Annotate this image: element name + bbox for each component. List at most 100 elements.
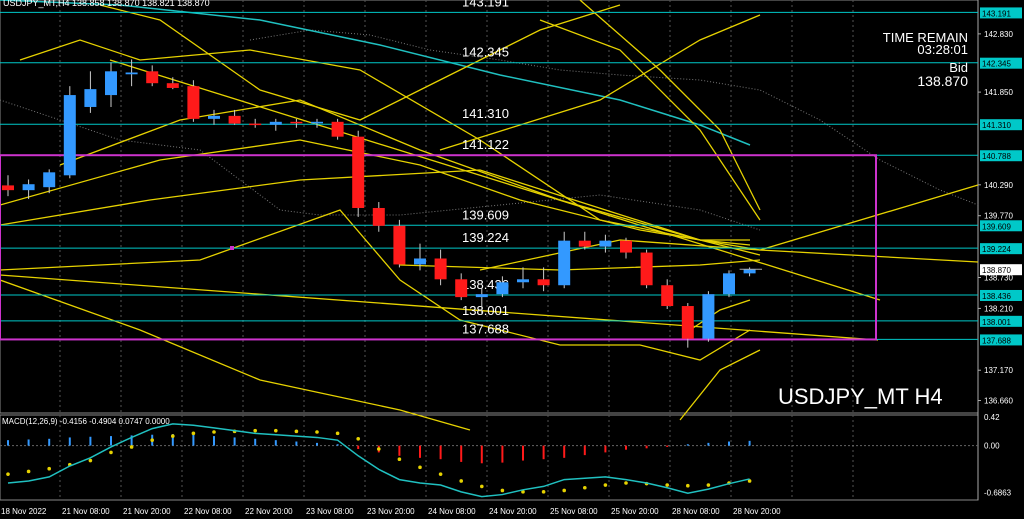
price-tick-label: 141.850 [984, 88, 1013, 97]
candle-body [496, 282, 509, 295]
candle-body [269, 121, 282, 125]
time-tick-label: 28 Nov 08:00 [672, 507, 720, 516]
macd-signal-dot [253, 428, 257, 433]
level-label: 139.609 [462, 207, 509, 222]
candle-body [723, 273, 735, 295]
macd-tick-label: -0.6863 [984, 488, 1012, 497]
macd-signal-dot [294, 429, 299, 434]
macd-signal-dot [315, 430, 319, 434]
macd-main-line [7, 423, 750, 498]
candle-body [331, 121, 344, 137]
macd-signal-dot [438, 472, 443, 476]
macd-signal-dot [129, 445, 134, 449]
macd-signal-dot [212, 430, 216, 434]
candle-body [372, 207, 385, 226]
macd-signal-dot [562, 488, 566, 493]
level-axis-tag-text: 138.001 [982, 318, 1011, 327]
bid-value: 138.870 [917, 73, 968, 89]
macd-signal-dot [686, 483, 690, 488]
macd-signal-dot [335, 431, 340, 436]
macd-signal-dot [541, 490, 546, 494]
time-tick-label: 28 Nov 20:00 [733, 507, 781, 516]
trend-line [0, 209, 751, 361]
macd-signal-dot [603, 483, 608, 487]
macd-signal-dot [191, 431, 196, 436]
candle-body [702, 294, 715, 339]
trend-line [0, 279, 471, 431]
price-tick-label: 138.730 [984, 274, 1013, 283]
level-label: 137.688 [462, 321, 509, 336]
candle-body [578, 240, 591, 247]
macd-signal-dot [356, 437, 361, 441]
time-tick-label: 22 Nov 20:00 [245, 507, 293, 516]
macd-signal-dot [706, 483, 711, 487]
price-chart[interactable]: 143.191 143.191 142.345 142.345 141.310 141.3… [0, 0, 1024, 519]
time-tick-label: 25 Nov 08:00 [550, 507, 598, 516]
candle-body [311, 121, 323, 124]
candle-body [2, 185, 14, 191]
macd-signal-dot [26, 469, 31, 474]
macd-signal-dot [583, 485, 587, 490]
candle-body [475, 294, 488, 298]
level-label: 141.310 [462, 106, 509, 121]
price-tick-label: 136.660 [984, 397, 1013, 406]
candle-body [105, 71, 117, 96]
macd-signal-dot [274, 428, 278, 433]
macd-signal-dot [6, 472, 10, 476]
trend-line [539, 19, 761, 221]
trend-line [679, 349, 761, 421]
macd-tick-label: 0.42 [984, 413, 1000, 422]
price-tick-label: 140.290 [984, 181, 1013, 190]
level-label: 139.224 [462, 230, 509, 245]
macd-tick-label: 0.00 [984, 442, 1000, 451]
candle-body [599, 240, 612, 247]
candle-body [166, 83, 179, 88]
candle-body [558, 240, 571, 286]
macd-signal-dot [459, 479, 464, 483]
candle-body [537, 279, 550, 286]
candle-body [249, 123, 262, 126]
candle-body [84, 89, 97, 107]
candle-body [661, 285, 674, 307]
trend-line [689, 299, 751, 331]
candle-body [63, 95, 76, 176]
macd-signal-dot [47, 466, 51, 471]
time-remain-value: 03:28:01 [917, 42, 968, 57]
trend-line [399, 259, 761, 271]
trend-line [109, 59, 881, 301]
price-tick-label: 137.170 [984, 366, 1013, 375]
candle-body [393, 225, 406, 265]
candle-body [208, 115, 220, 119]
time-tick-label: 24 Nov 08:00 [428, 507, 476, 516]
candle-body [22, 184, 35, 191]
level-axis-tag-text: 143.191 [982, 9, 1011, 18]
symbol-title: USDJPY_MT H4 [778, 384, 943, 409]
macd-signal-dot [418, 465, 422, 470]
candle-body [125, 72, 138, 75]
candle-body [290, 121, 303, 124]
macd-signal-dot [171, 434, 175, 438]
level-axis-tag-text: 139.224 [982, 245, 1011, 254]
symbol-info-header: USDJPY_MT,H4 138.858 138.870 138.821 138… [3, 0, 210, 8]
candle-body [620, 240, 632, 253]
level-axis-tag-text: 142.345 [982, 60, 1011, 69]
macd-frame [0, 414, 979, 501]
candle-body [743, 269, 756, 274]
time-tick-label: 23 Nov 20:00 [367, 507, 415, 516]
range-marker [230, 246, 234, 250]
level-label: 143.191 [462, 0, 509, 9]
level-axis-tag-text: 139.609 [982, 222, 1011, 231]
time-tick-label: 22 Nov 08:00 [184, 507, 232, 516]
level-label: 142.345 [462, 45, 509, 60]
candle-body [187, 86, 200, 119]
level-axis-tag-text: 140.788 [982, 152, 1011, 161]
macd-signal-dot [665, 483, 669, 487]
time-tick-label: 23 Nov 08:00 [306, 507, 354, 516]
macd-signal-dot [150, 438, 154, 442]
macd-signal-dot [88, 458, 93, 463]
candle-body [434, 258, 447, 280]
candle-body [455, 279, 468, 298]
macd-signal-dot [397, 457, 402, 462]
level-axis-tag-text: 137.688 [982, 336, 1011, 345]
price-tick-label: 138.210 [984, 304, 1013, 313]
